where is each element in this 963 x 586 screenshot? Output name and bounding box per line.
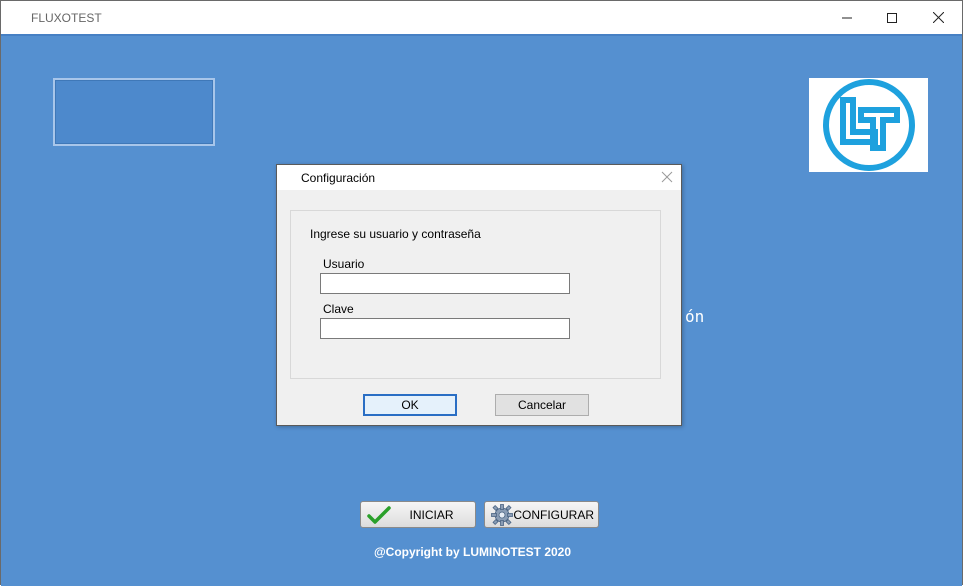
gear-icon bbox=[490, 503, 513, 526]
dialog-title-bar: Configuración bbox=[277, 165, 681, 190]
credentials-prompt: Ingrese su usuario y contraseña bbox=[310, 227, 481, 241]
configure-button-label: CONFIGURAR bbox=[513, 507, 594, 522]
minimize-icon bbox=[842, 17, 852, 18]
start-button[interactable]: INICIAR bbox=[360, 501, 476, 528]
company-logo bbox=[809, 78, 928, 172]
ok-button[interactable]: OK bbox=[363, 394, 457, 416]
configuration-dialog: Configuración Ingrese su usuario y contr… bbox=[276, 164, 682, 426]
maximize-button[interactable] bbox=[869, 1, 915, 34]
dialog-close-button[interactable] bbox=[661, 171, 673, 183]
configure-button[interactable]: CONFIGURAR bbox=[484, 501, 599, 528]
close-button[interactable] bbox=[915, 1, 961, 34]
title-bar: FLUXOTEST bbox=[1, 1, 962, 34]
dialog-close-icon bbox=[661, 171, 673, 183]
window-title: FLUXOTEST bbox=[31, 11, 102, 25]
password-label: Clave bbox=[323, 302, 354, 316]
user-label: Usuario bbox=[323, 257, 365, 271]
user-input[interactable] bbox=[320, 273, 570, 294]
password-input[interactable] bbox=[320, 318, 570, 339]
dialog-title: Configuración bbox=[301, 171, 376, 185]
info-panel bbox=[53, 78, 215, 146]
copyright-text: @Copyright by LUMINOTEST 2020 bbox=[373, 545, 572, 559]
maximize-icon bbox=[887, 12, 897, 23]
logo-lt-icon bbox=[823, 79, 915, 171]
background-label: ón bbox=[685, 307, 705, 326]
cancel-button[interactable]: Cancelar bbox=[495, 394, 589, 416]
minimize-button[interactable] bbox=[824, 1, 870, 34]
start-button-label: INICIAR bbox=[409, 507, 454, 522]
checkmark-icon bbox=[366, 504, 392, 526]
close-icon bbox=[932, 12, 944, 23]
